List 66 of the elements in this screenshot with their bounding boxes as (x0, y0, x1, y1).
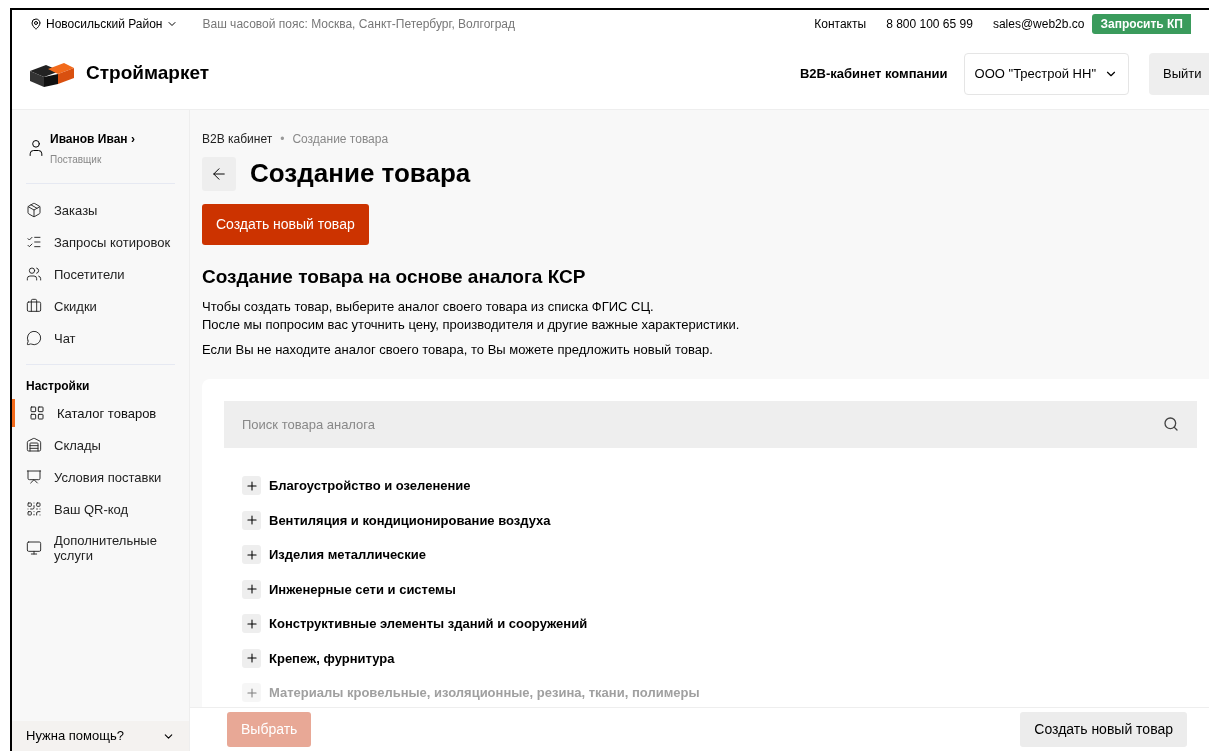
plus-icon (244, 685, 259, 700)
sidebar-item[interactable]: Склады (12, 431, 189, 459)
house-icon (26, 437, 42, 453)
help-dropdown[interactable]: Нужна помощь? (12, 721, 189, 751)
user-role: Поставщик (50, 153, 103, 167)
region-selector[interactable]: Новосильский Район (46, 15, 163, 33)
plus-icon (244, 547, 259, 562)
qr-code-icon (26, 501, 42, 517)
easel-icon (26, 469, 42, 485)
breadcrumb-link[interactable]: B2B кабинет (202, 130, 273, 148)
user-name[interactable]: Иванов Иван › (50, 130, 135, 148)
contacts-link[interactable]: Контакты (814, 15, 867, 33)
plus-icon (244, 616, 259, 631)
sidebar-item[interactable]: Условия поставки (12, 463, 189, 491)
expand-toggle[interactable] (242, 614, 261, 634)
sidebar-item[interactable]: Заказы (12, 196, 189, 224)
search-field[interactable]: Поиск товара аналога (224, 401, 1197, 448)
grid-icon (29, 405, 45, 421)
sidebar-item[interactable]: Запросы котировок (12, 228, 189, 256)
search-icon (1163, 416, 1179, 432)
category-label[interactable]: Крепеж, фурнитура (269, 648, 395, 668)
email-link[interactable]: sales@web2b.co (992, 15, 1085, 33)
note-text: Если Вы не находите аналог своего товара, то Вы можете предложить новый товар. (202, 340, 714, 359)
page-title: Создание товара (250, 157, 471, 190)
sidebar-item[interactable]: Чат (12, 324, 189, 352)
phone-text: 8 800 100 65 99 (886, 16, 973, 33)
people-icon (26, 266, 42, 282)
description-text: Чтобы создать товар, выберите аналог своего товара из списка ФГИС СЦ. После мы попросим вас уточнить цену, производителя и другие важные характеристики. (202, 297, 741, 334)
category-label[interactable]: Вентиляция и кондиционирование воздуха (269, 510, 551, 530)
breadcrumb-current: Создание товара (292, 131, 389, 148)
expand-toggle[interactable] (242, 648, 261, 668)
back-button[interactable] (202, 156, 236, 191)
sidebar-item[interactable]: Ваш QR-код (12, 495, 189, 523)
logo-text: Строймаркет (86, 61, 210, 86)
category-label[interactable]: Инженерные сети и системы (269, 579, 456, 599)
expand-toggle[interactable] (242, 545, 261, 565)
logo-icon (30, 60, 74, 87)
sidebar-item[interactable]: Скидки (12, 292, 189, 320)
section-title: Создание товара на основе аналога КСР (202, 265, 587, 289)
monitor-icon (26, 540, 42, 556)
timezone-text: Ваш часовой пояс: Москва, Санкт-Петербург, Волгоград (202, 16, 516, 33)
company-selector[interactable]: ООО "Трестрой НН" (963, 52, 1129, 95)
settings-heading: Настройки (25, 378, 91, 395)
breadcrumb-separator: • (280, 131, 285, 148)
expand-toggle[interactable] (242, 579, 261, 599)
boxes-icon (26, 202, 42, 218)
sidebar-item[interactable]: Каталог товаров (12, 399, 189, 427)
category-label[interactable]: Изделия металлические (269, 545, 427, 565)
create-product-button[interactable]: Создать новый товар (202, 204, 369, 245)
sidebar-item[interactable]: Посетители (12, 260, 189, 288)
expand-toggle[interactable] (242, 510, 261, 530)
plus-icon (244, 478, 259, 493)
chat-icon (26, 330, 42, 346)
sidebar-item[interactable]: Дополнительные услуги (12, 527, 189, 569)
category-label[interactable]: Конструктивные элементы зданий и сооружений (269, 614, 588, 634)
cabinet-label: B2B-кабинет компании (799, 64, 948, 83)
plus-icon (244, 582, 259, 597)
logout-button[interactable]: Выйти (1149, 52, 1209, 95)
category-label[interactable]: Благоустройство и озеленение (269, 476, 471, 496)
expand-toggle[interactable] (242, 476, 261, 496)
plus-icon (244, 513, 259, 528)
create-product-button[interactable]: Создать новый товар (1020, 712, 1187, 747)
location-pin-icon (30, 18, 42, 30)
plus-icon (244, 651, 259, 666)
checklist-icon (26, 234, 42, 250)
briefcase-icon (26, 298, 42, 314)
